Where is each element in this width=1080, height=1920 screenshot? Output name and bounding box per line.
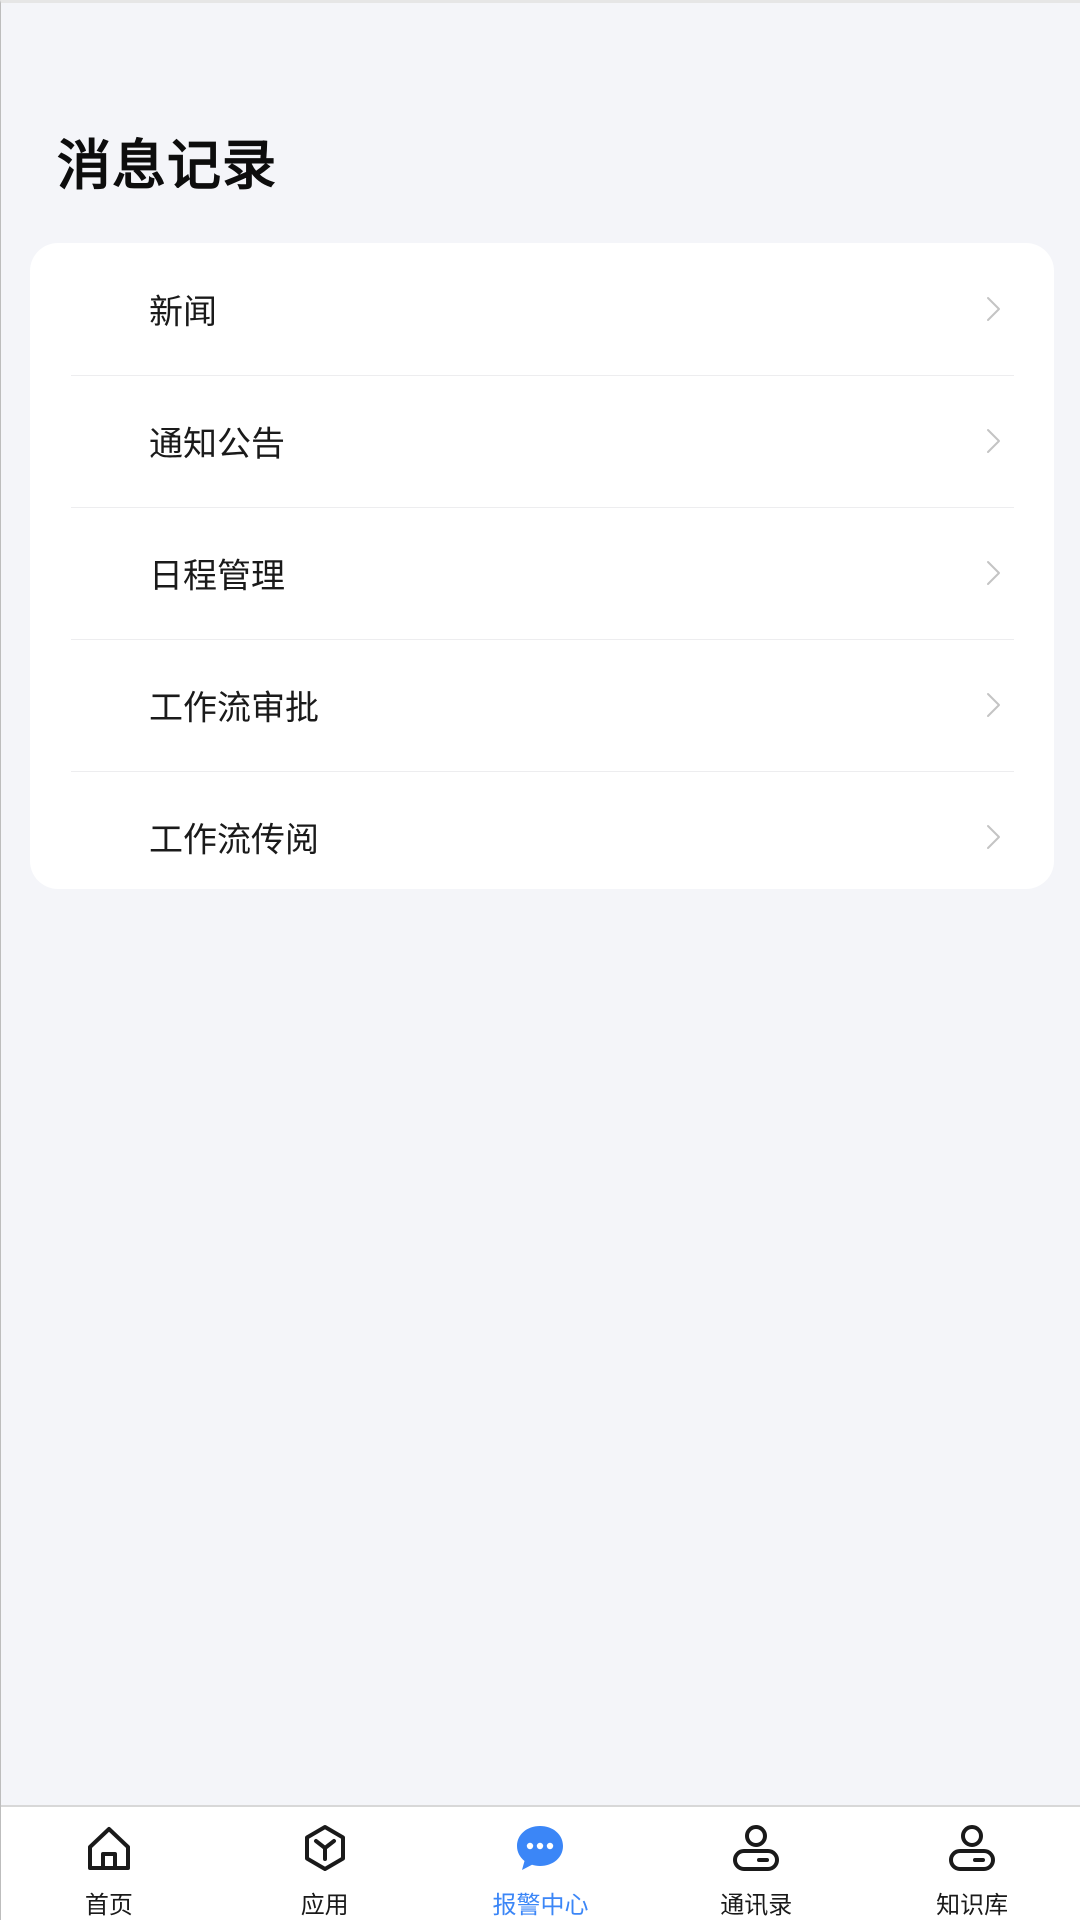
- tab-apps[interactable]: 应用: [217, 1807, 433, 1920]
- tab-label: 首页: [84, 1891, 133, 1919]
- menu-item-news[interactable]: 新闻: [30, 243, 1054, 375]
- page-title: 消息记录: [57, 134, 277, 197]
- chevron-right-icon: [984, 691, 1004, 719]
- chevron-right-icon: [984, 823, 1004, 851]
- cube-icon: [298, 1821, 352, 1875]
- person-icon: [945, 1821, 999, 1875]
- tab-knowledge-base[interactable]: 知识库: [864, 1807, 1080, 1920]
- message-category-list: 新闻 通知公告 日程管理 工作流审批 工作流传阅: [30, 243, 1054, 889]
- menu-item-workflow-circulation[interactable]: 工作流传阅: [30, 771, 1054, 889]
- chevron-right-icon: [984, 427, 1004, 455]
- message-category-card: 新闻 通知公告 日程管理 工作流审批 工作流传阅: [30, 243, 1054, 889]
- menu-item-label: 工作流审批: [149, 688, 319, 729]
- tab-label: 知识库: [936, 1891, 1009, 1919]
- tab-home[interactable]: 首页: [1, 1807, 217, 1920]
- home-icon: [82, 1821, 136, 1875]
- menu-item-schedule[interactable]: 日程管理: [30, 507, 1054, 639]
- menu-item-label: 工作流传阅: [149, 820, 319, 861]
- chevron-right-icon: [984, 559, 1004, 587]
- menu-item-workflow-approval[interactable]: 工作流审批: [30, 639, 1054, 771]
- tab-alarm-center[interactable]: 报警中心: [433, 1807, 649, 1920]
- menu-item-label: 日程管理: [149, 556, 285, 597]
- menu-item-label: 通知公告: [149, 424, 285, 465]
- menu-item-notices[interactable]: 通知公告: [30, 375, 1054, 507]
- tab-label: 通讯录: [720, 1891, 793, 1919]
- chat-bubble-icon: [513, 1821, 567, 1875]
- person-icon: [729, 1821, 783, 1875]
- menu-item-label: 新闻: [149, 292, 217, 333]
- tab-contacts[interactable]: 通讯录: [648, 1807, 864, 1920]
- tab-label: 应用: [300, 1891, 349, 1919]
- bottom-tab-bar: 首页 应用 报警中心 通讯录 知识库: [1, 1805, 1080, 1920]
- tab-label: 报警中心: [492, 1891, 589, 1919]
- chevron-right-icon: [984, 295, 1004, 323]
